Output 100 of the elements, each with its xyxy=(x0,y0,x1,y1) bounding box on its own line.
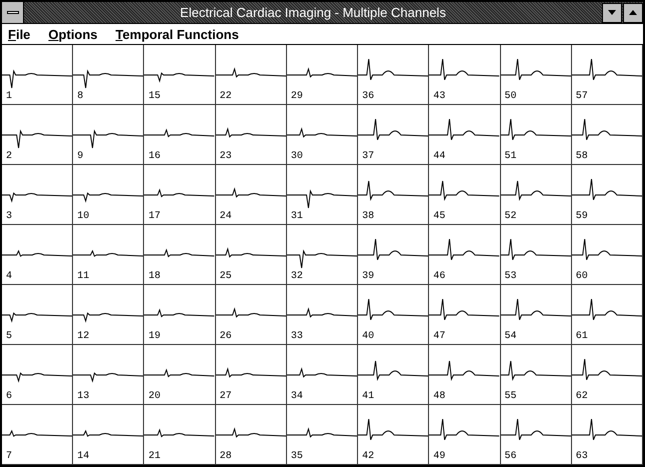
waveform-drawing xyxy=(429,118,500,140)
maximize-button[interactable] xyxy=(623,2,643,22)
up-triangle-icon xyxy=(629,10,637,15)
menu-item[interactable]: Options xyxy=(48,28,98,40)
channel-number: 2 xyxy=(6,152,12,162)
down-triangle-icon xyxy=(608,10,616,15)
channel-number: 1 xyxy=(6,92,12,102)
channel-number: 38 xyxy=(362,212,374,222)
waveform-drawing xyxy=(429,298,500,320)
waveform-drawing xyxy=(500,118,571,140)
channel-number: 53 xyxy=(504,272,517,282)
channel-number: 6 xyxy=(6,392,12,402)
channel-number: 52 xyxy=(504,212,517,222)
channel-number: 61 xyxy=(576,332,588,342)
channel-number: 15 xyxy=(148,92,160,102)
channel-number: 29 xyxy=(290,92,303,102)
minimize-button[interactable] xyxy=(602,2,622,22)
waveform-drawing xyxy=(572,178,642,200)
channel-number: 47 xyxy=(433,332,446,342)
menu-item[interactable]: File xyxy=(8,28,30,40)
waveform-drawing xyxy=(358,180,428,200)
waveform-drawing xyxy=(500,58,571,80)
channel-number: 3 xyxy=(6,212,12,222)
channel-number: 33 xyxy=(290,332,303,342)
channel-number: 62 xyxy=(576,392,588,402)
waveform-drawing xyxy=(500,180,571,200)
channel-number: 14 xyxy=(77,452,90,462)
waveform-drawing xyxy=(73,192,144,202)
waveform-drawing xyxy=(572,418,642,440)
waveform-drawing xyxy=(358,238,428,260)
channel-number: 48 xyxy=(433,392,446,402)
waveform-drawing xyxy=(429,180,500,200)
window-title: Electrical Cardiac Imaging - Multiple Channels xyxy=(179,4,447,22)
channel-number: 10 xyxy=(77,212,90,222)
channel-number: 28 xyxy=(220,452,232,462)
waveform-drawing xyxy=(429,360,500,380)
channel-number: 19 xyxy=(148,332,160,342)
waveform-drawing xyxy=(429,418,500,440)
waveform-drawing xyxy=(500,298,571,320)
channel-number: 49 xyxy=(433,452,446,462)
channel-number: 30 xyxy=(290,152,303,162)
channel-number: 21 xyxy=(148,452,160,462)
channel-number: 50 xyxy=(504,92,517,102)
channel-number: 32 xyxy=(290,272,303,282)
channel-number: 22 xyxy=(220,92,232,102)
waveform-drawing xyxy=(73,372,144,382)
waveform-drawing xyxy=(216,128,286,138)
channel-number: 4 xyxy=(6,272,12,282)
waveform-drawing xyxy=(429,58,500,80)
menu-item[interactable]: Temporal Functions xyxy=(116,28,239,40)
channel-number: 18 xyxy=(148,272,160,282)
channel-number: 40 xyxy=(362,332,374,342)
channel-number: 60 xyxy=(576,272,588,282)
waveform-drawing xyxy=(73,312,144,322)
channel-number: 25 xyxy=(220,272,232,282)
channel-number: 37 xyxy=(362,152,374,162)
channel-number: 16 xyxy=(148,152,160,162)
channel-number: 27 xyxy=(220,392,232,402)
channel-number: 57 xyxy=(576,92,588,102)
channel-number: 41 xyxy=(362,392,374,402)
waveform-drawing xyxy=(572,358,642,380)
channel-number: 55 xyxy=(504,392,517,402)
waveform-drawing xyxy=(572,118,642,140)
channel-number: 7 xyxy=(6,452,12,462)
waveform-drawing xyxy=(572,238,642,260)
channel-number: 26 xyxy=(220,332,232,342)
channel-number: 23 xyxy=(220,152,232,162)
waveform-drawing xyxy=(500,360,571,380)
channel-number: 31 xyxy=(290,212,303,222)
channel-number: 39 xyxy=(362,272,374,282)
waveform-drawing xyxy=(572,58,642,80)
channel-number: 8 xyxy=(77,92,84,102)
waveform-drawing xyxy=(216,368,286,378)
waveform-drawing xyxy=(216,308,286,318)
channel-number: 34 xyxy=(290,392,303,402)
channel-number: 35 xyxy=(290,452,303,462)
waveform-drawing xyxy=(572,298,642,320)
channel-number: 9 xyxy=(77,152,84,162)
waveform-drawing xyxy=(429,238,500,260)
waveform-drawing xyxy=(500,418,571,440)
channel-number: 58 xyxy=(576,152,588,162)
channel-number: 63 xyxy=(576,452,588,462)
channel-number: 13 xyxy=(77,392,90,402)
channel-number: 5 xyxy=(6,332,12,342)
system-menu-button[interactable] xyxy=(2,2,24,23)
channel-number: 12 xyxy=(77,332,90,342)
channel-number: 36 xyxy=(362,92,374,102)
channel-number: 54 xyxy=(504,332,517,342)
channel-number: 42 xyxy=(362,452,374,462)
channel-number: 56 xyxy=(504,452,517,462)
channel-number: 24 xyxy=(220,212,232,222)
channel-number: 43 xyxy=(433,92,446,102)
channel-number: 45 xyxy=(433,212,446,222)
waveform-drawing xyxy=(216,68,286,78)
channel-number: 20 xyxy=(148,392,160,402)
waveform-drawing xyxy=(500,238,571,260)
channel-number: 17 xyxy=(148,212,160,222)
channel-number: 44 xyxy=(433,152,446,162)
waveform-drawing xyxy=(216,428,286,438)
channel-number: 46 xyxy=(433,272,446,282)
